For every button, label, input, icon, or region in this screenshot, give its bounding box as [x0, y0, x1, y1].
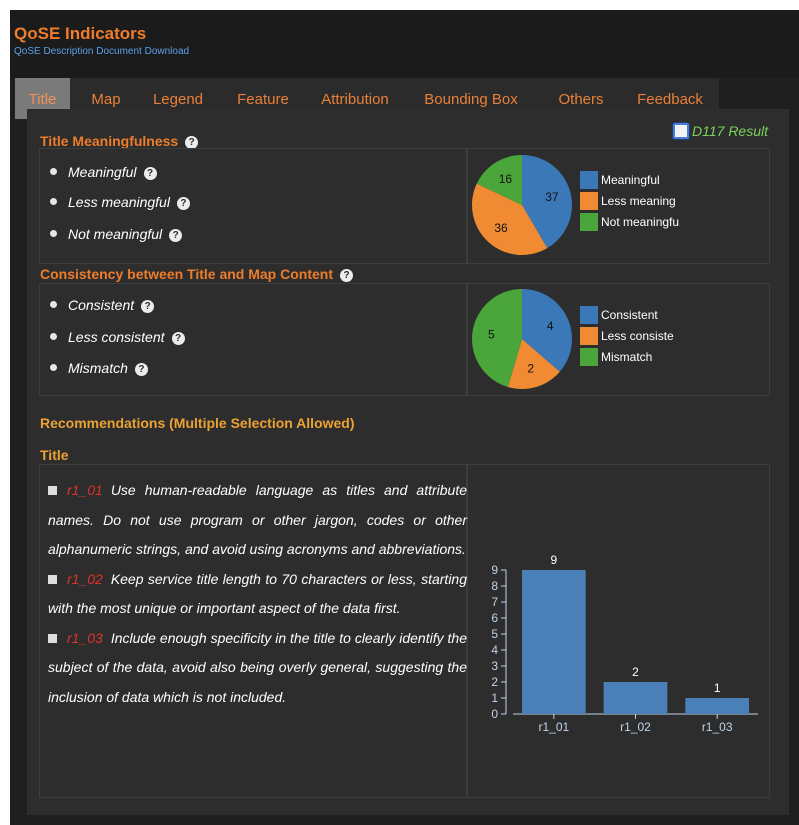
radio-mismatch[interactable]: Mismatch?	[50, 360, 148, 376]
header: QoSE Indicators QoSE Description Documen…	[10, 10, 799, 78]
question-circle-icon[interactable]: ?	[141, 300, 155, 313]
legend-swatch-consistent	[580, 306, 598, 324]
radio-label: Meaningful	[68, 164, 137, 180]
d117-result-toggle[interactable]: D117 Result	[673, 123, 768, 139]
result-label: D117 Result	[692, 123, 769, 139]
meaningfulness-heading-text: Title Meaningfulness	[40, 133, 179, 149]
bar-value-label: 2	[632, 665, 639, 679]
radio-less-consistent[interactable]: Less consistent?	[50, 329, 185, 345]
radio-label: Mismatch	[68, 360, 128, 376]
recommendation-code: r1_02	[67, 570, 103, 587]
y-tick-label: 5	[491, 627, 498, 641]
bar-value-label: 1	[714, 681, 721, 695]
y-tick-label: 8	[491, 579, 498, 593]
radio-less-meaningful[interactable]: Less meaningful?	[50, 194, 190, 210]
pie-label-not-meaningful: 16	[499, 172, 513, 186]
y-tick-label: 1	[491, 691, 498, 705]
recommendation-text: Include enough specificity in the title …	[48, 629, 467, 705]
recommendation-item-r1-02: r1_02 Keep service title length to 70 cha…	[48, 565, 467, 624]
recommendations-subheading: Title	[40, 447, 69, 463]
radio-consistent[interactable]: Consistent?	[50, 297, 155, 313]
radio-dot[interactable]	[50, 168, 57, 175]
pie-label-less-meaningful: 36	[494, 221, 508, 235]
radio-meaningful[interactable]: Meaningful?	[50, 164, 157, 180]
radio-dot[interactable]	[50, 230, 57, 237]
radio-dot[interactable]	[50, 333, 57, 340]
question-circle-icon[interactable]: ?	[143, 167, 157, 180]
recommendation-checkbox[interactable]	[48, 486, 57, 495]
legend-label-meaningful: Meaningful	[601, 173, 660, 187]
legend-label-consistent: Consistent	[601, 308, 658, 322]
legend-label-less-meaningful: Less meaning	[601, 194, 676, 208]
radio-label: Less meaningful	[68, 194, 170, 210]
y-tick-label: 7	[491, 595, 498, 609]
pie-label-consistent: 4	[547, 319, 554, 333]
x-tick-label: r1_02	[620, 720, 651, 734]
y-tick-label: 9	[491, 563, 498, 577]
legend-label-mismatch: Mismatch	[601, 350, 653, 364]
consistency-heading-text: Consistency between Title and Map Conten…	[40, 266, 334, 282]
recommendation-code: r1_03	[67, 629, 103, 646]
x-tick-label: r1_01	[538, 720, 569, 734]
question-circle-icon[interactable]: ?	[171, 332, 185, 345]
question-circle-icon[interactable]: ?	[169, 229, 183, 242]
legend-swatch-meaningful	[580, 171, 598, 189]
radio-label: Less consistent	[68, 329, 165, 345]
y-tick-label: 3	[491, 659, 498, 673]
pie-label-mismatch: 5	[488, 328, 495, 342]
y-tick-label: 4	[491, 643, 498, 657]
x-tick-label: r1_03	[702, 720, 733, 734]
legend-label-not-meaningful: Not meaningfu	[601, 215, 680, 229]
question-circle-icon[interactable]: ?	[340, 269, 354, 282]
bar-value-label: 9	[550, 553, 557, 567]
recommendation-checkbox[interactable]	[48, 574, 57, 584]
consistency-pie-chart: 4 2 5	[472, 289, 572, 389]
legend-swatch-less-meaningful	[580, 192, 598, 210]
recommendation-item-r1-01: r1_01 Use human-readable language as titl…	[48, 476, 467, 565]
description-download-link[interactable]: QoSE Description Document Download	[14, 46, 189, 57]
radio-label: Not meaningful	[68, 226, 163, 242]
y-tick-label: 2	[491, 675, 498, 689]
question-circle-icon[interactable]: ?	[134, 363, 148, 376]
pie-label-meaningful: 37	[545, 190, 559, 204]
radio-not-meaningful[interactable]: Not meaningful?	[50, 226, 183, 242]
recommendations-bar-chart: 0 1 2 3 4 5 6 7 8 9 9 r1_01 2 r1_02 1 r1_03	[491, 553, 758, 734]
radio-label: Consistent	[68, 297, 135, 313]
recommendation-item-r1-03: r1_03 Include enough specificity in the t…	[48, 624, 467, 713]
meaningfulness-heading: Title Meaningfulness?	[40, 133, 199, 149]
legend-swatch-mismatch	[580, 348, 598, 366]
y-tick-label: 6	[491, 611, 498, 625]
recommendation-checkbox[interactable]	[48, 633, 57, 643]
bar-r1-03	[685, 698, 750, 714]
radio-dot[interactable]	[50, 198, 57, 205]
recommendation-text: Keep service title length to 70 characte…	[48, 570, 467, 617]
bar-r1-01	[521, 570, 586, 714]
result-checkbox[interactable]	[673, 123, 689, 139]
radio-dot[interactable]	[50, 301, 57, 308]
meaningfulness-pie-chart: 37 36 16	[472, 155, 572, 255]
recommendations-list: r1_01 Use human-readable language as titl…	[48, 476, 467, 712]
app-title: QoSE Indicators	[14, 24, 147, 43]
y-tick-label: 0	[491, 707, 498, 721]
pie-label-less-consistent: 2	[527, 362, 534, 376]
legend-label-less-consistent: Less consiste	[601, 329, 674, 343]
recommendation-code: r1_01	[67, 482, 103, 498]
legend-swatch-not-meaningful	[580, 213, 598, 231]
radio-dot[interactable]	[50, 364, 57, 371]
recommendations-heading: Recommendations (Multiple Selection Allo…	[40, 415, 355, 431]
recommendation-text: Use human-readable language as titles an…	[48, 482, 467, 557]
bar-r1-02	[603, 682, 668, 714]
legend-swatch-less-consistent	[580, 327, 598, 345]
question-circle-icon[interactable]: ?	[176, 197, 190, 210]
consistency-heading: Consistency between Title and Map Conten…	[40, 266, 354, 282]
